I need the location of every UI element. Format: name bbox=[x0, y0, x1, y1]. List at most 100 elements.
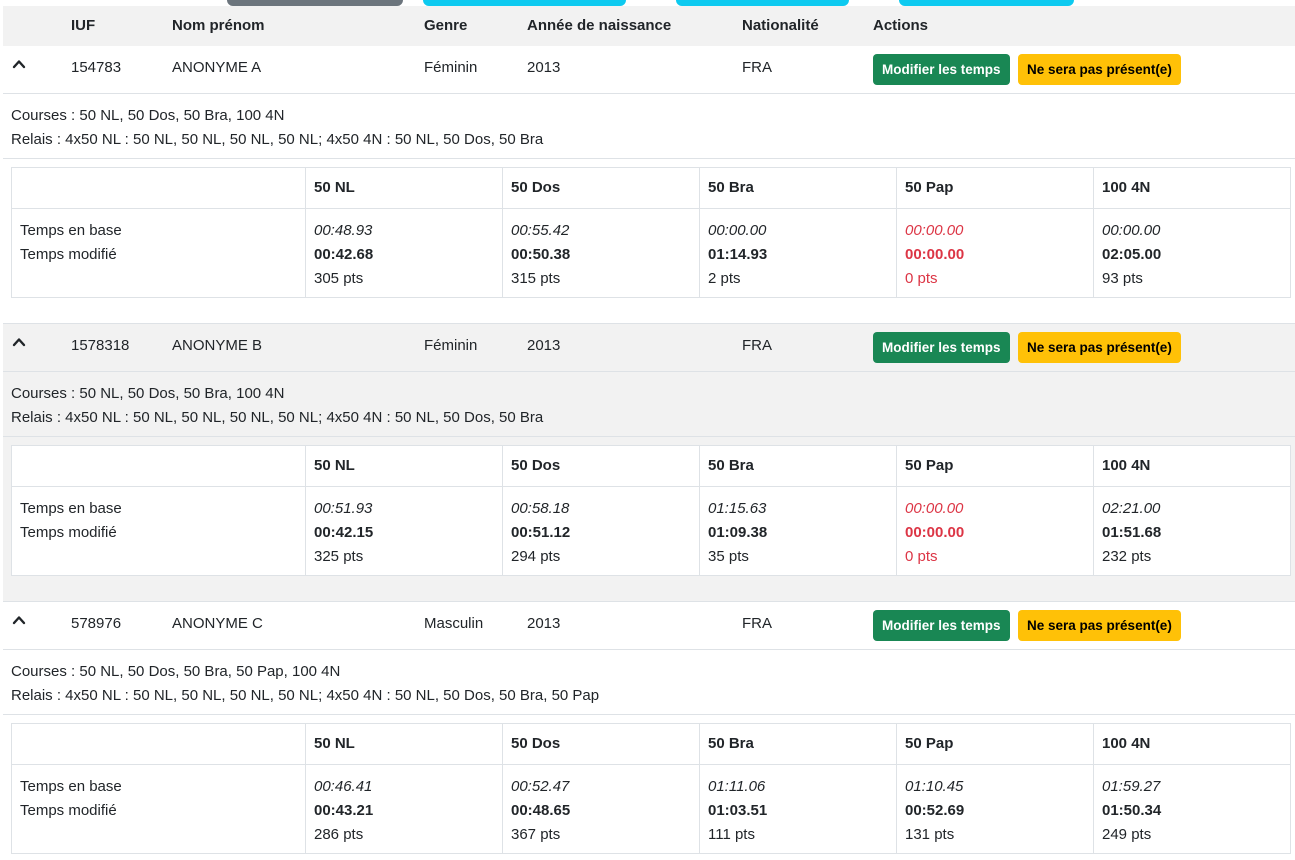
athletes-list: 154783 ANONYME A Féminin 2013 FRA Modifi… bbox=[3, 46, 1295, 860]
athlete-birth-year: 2013 bbox=[527, 59, 561, 76]
label-modified-time: Temps modifié bbox=[20, 524, 117, 541]
base-time: 00:00.00 bbox=[905, 222, 964, 239]
event-header: 50 NL bbox=[305, 723, 503, 765]
event-header: 50 Dos bbox=[502, 723, 700, 765]
modified-time: 01:50.34 bbox=[1102, 802, 1162, 819]
event-header: 50 Bra bbox=[699, 723, 897, 765]
modified-time: 02:05.00 bbox=[1102, 246, 1162, 263]
points: 131 pts bbox=[905, 826, 955, 843]
base-time: 00:48.93 bbox=[314, 222, 373, 239]
athlete-events-summary: Courses : 50 NL, 50 Dos, 50 Bra, 100 4N … bbox=[3, 94, 1295, 158]
times-row-labels: Temps en base Temps modifié bbox=[11, 208, 306, 298]
header-actions: Actions bbox=[873, 17, 929, 34]
points: 232 pts bbox=[1102, 548, 1152, 565]
event-times: 00:00.00 02:05.00 93 pts bbox=[1093, 208, 1291, 298]
header-name: Nom prénom bbox=[172, 17, 265, 34]
event-header: 50 Dos bbox=[502, 167, 700, 209]
athlete-row: 154783 ANONYME A Féminin 2013 FRA Modifi… bbox=[3, 46, 1295, 94]
event-times: 00:52.47 00:48.65 367 pts bbox=[502, 764, 700, 854]
event-times: 01:15.63 01:09.38 35 pts bbox=[699, 486, 897, 576]
relais-list: Relais : 4x50 NL : 50 NL, 50 NL, 50 NL, … bbox=[11, 131, 544, 148]
edit-times-button[interactable]: Modifier les temps bbox=[873, 610, 1010, 641]
points: 286 pts bbox=[314, 826, 364, 843]
times-header-empty bbox=[11, 167, 306, 209]
header-iuf: IUF bbox=[71, 17, 96, 34]
points: 305 pts bbox=[314, 270, 364, 287]
points: 315 pts bbox=[511, 270, 561, 287]
chevron-up-icon[interactable] bbox=[11, 334, 27, 350]
points: 111 pts bbox=[708, 826, 755, 843]
event-times: 00:46.41 00:43.21 286 pts bbox=[305, 764, 503, 854]
athlete-iuf: 1578318 bbox=[71, 337, 130, 354]
points: 294 pts bbox=[511, 548, 561, 565]
athlete-birth-year: 2013 bbox=[527, 337, 561, 354]
event-header: 100 4N bbox=[1093, 445, 1291, 487]
athlete-gender: Féminin bbox=[424, 337, 478, 354]
athletes-table: IUF Nom prénom Genre Année de naissance … bbox=[3, 6, 1295, 860]
event-header: 50 Pap bbox=[896, 445, 1094, 487]
base-time: 01:10.45 bbox=[905, 778, 964, 795]
courses-list: Courses : 50 NL, 50 Dos, 50 Bra, 100 4N bbox=[11, 385, 285, 402]
base-time: 00:51.93 bbox=[314, 500, 373, 517]
modified-time: 00:48.65 bbox=[511, 802, 571, 819]
athlete-iuf: 154783 bbox=[71, 59, 122, 76]
event-times: 02:21.00 01:51.68 232 pts bbox=[1093, 486, 1291, 576]
athlete-events-summary: Courses : 50 NL, 50 Dos, 50 Bra, 50 Pap,… bbox=[3, 650, 1295, 714]
event-header: 50 Pap bbox=[896, 167, 1094, 209]
athlete-gender: Masculin bbox=[424, 615, 484, 632]
athlete-details: Courses : 50 NL, 50 Dos, 50 Bra, 50 Pap,… bbox=[3, 650, 1295, 860]
modified-time: 00:00.00 bbox=[905, 246, 965, 263]
base-time: 00:46.41 bbox=[314, 778, 373, 795]
event-times: 00:51.93 00:42.15 325 pts bbox=[305, 486, 503, 576]
athlete-birth-year: 2013 bbox=[527, 615, 561, 632]
mark-absent-button[interactable]: Ne sera pas présent(e) bbox=[1018, 332, 1181, 363]
header-birth-year: Année de naissance bbox=[527, 17, 672, 34]
athlete-events-summary: Courses : 50 NL, 50 Dos, 50 Bra, 100 4N … bbox=[3, 372, 1295, 436]
event-header: 50 NL bbox=[305, 167, 503, 209]
points: 367 pts bbox=[511, 826, 561, 843]
header-nationality: Nationalité bbox=[742, 17, 819, 34]
base-time: 00:55.42 bbox=[511, 222, 570, 239]
chevron-up-icon[interactable] bbox=[11, 612, 27, 628]
times-header-row: 50 NL 50 Dos 50 Bra 50 Pap 100 4N bbox=[11, 723, 1291, 765]
base-time: 00:58.18 bbox=[511, 500, 570, 517]
edit-times-button[interactable]: Modifier les temps bbox=[873, 332, 1010, 363]
times-row: Temps en base Temps modifié 00:51.93 00:4… bbox=[11, 486, 1291, 576]
table-header: IUF Nom prénom Genre Année de naissance … bbox=[3, 6, 1295, 46]
courses-list: Courses : 50 NL, 50 Dos, 50 Bra, 50 Pap,… bbox=[11, 663, 341, 680]
event-header: 50 Bra bbox=[699, 445, 897, 487]
event-header: 50 Dos bbox=[502, 445, 700, 487]
athlete-details: Courses : 50 NL, 50 Dos, 50 Bra, 100 4N … bbox=[3, 372, 1295, 602]
modified-time: 01:09.38 bbox=[708, 524, 768, 541]
athlete-name: ANONYME B bbox=[172, 337, 263, 354]
times-header-empty bbox=[11, 445, 306, 487]
mark-absent-button[interactable]: Ne sera pas présent(e) bbox=[1018, 610, 1181, 641]
points: 249 pts bbox=[1102, 826, 1152, 843]
points: 0 pts bbox=[905, 270, 938, 287]
times-header-empty bbox=[11, 723, 306, 765]
chevron-up-icon[interactable] bbox=[11, 56, 27, 72]
base-time: 00:52.47 bbox=[511, 778, 570, 795]
event-times: 00:55.42 00:50.38 315 pts bbox=[502, 208, 700, 298]
mark-absent-button[interactable]: Ne sera pas présent(e) bbox=[1018, 54, 1181, 85]
event-times: 01:10.45 00:52.69 131 pts bbox=[896, 764, 1094, 854]
event-times: 01:11.06 01:03.51 111 pts bbox=[699, 764, 897, 854]
athlete-nationality: FRA bbox=[742, 337, 772, 354]
relais-list: Relais : 4x50 NL : 50 NL, 50 NL, 50 NL, … bbox=[11, 409, 544, 426]
points: 93 pts bbox=[1102, 270, 1143, 287]
label-base-time: Temps en base bbox=[20, 222, 122, 239]
event-header: 100 4N bbox=[1093, 723, 1291, 765]
label-base-time: Temps en base bbox=[20, 500, 122, 517]
event-header: 100 4N bbox=[1093, 167, 1291, 209]
times-row-labels: Temps en base Temps modifié bbox=[11, 764, 306, 854]
label-modified-time: Temps modifié bbox=[20, 246, 117, 263]
base-time: 01:15.63 bbox=[708, 500, 767, 517]
modified-time: 00:43.21 bbox=[314, 802, 374, 819]
athlete-row: 1578318 ANONYME B Féminin 2013 FRA Modif… bbox=[3, 324, 1295, 372]
label-modified-time: Temps modifié bbox=[20, 802, 117, 819]
base-time: 01:59.27 bbox=[1102, 778, 1161, 795]
edit-times-button[interactable]: Modifier les temps bbox=[873, 54, 1010, 85]
athlete-details: Courses : 50 NL, 50 Dos, 50 Bra, 100 4N … bbox=[3, 94, 1295, 324]
event-header: 50 Pap bbox=[896, 723, 1094, 765]
athlete-nationality: FRA bbox=[742, 59, 772, 76]
